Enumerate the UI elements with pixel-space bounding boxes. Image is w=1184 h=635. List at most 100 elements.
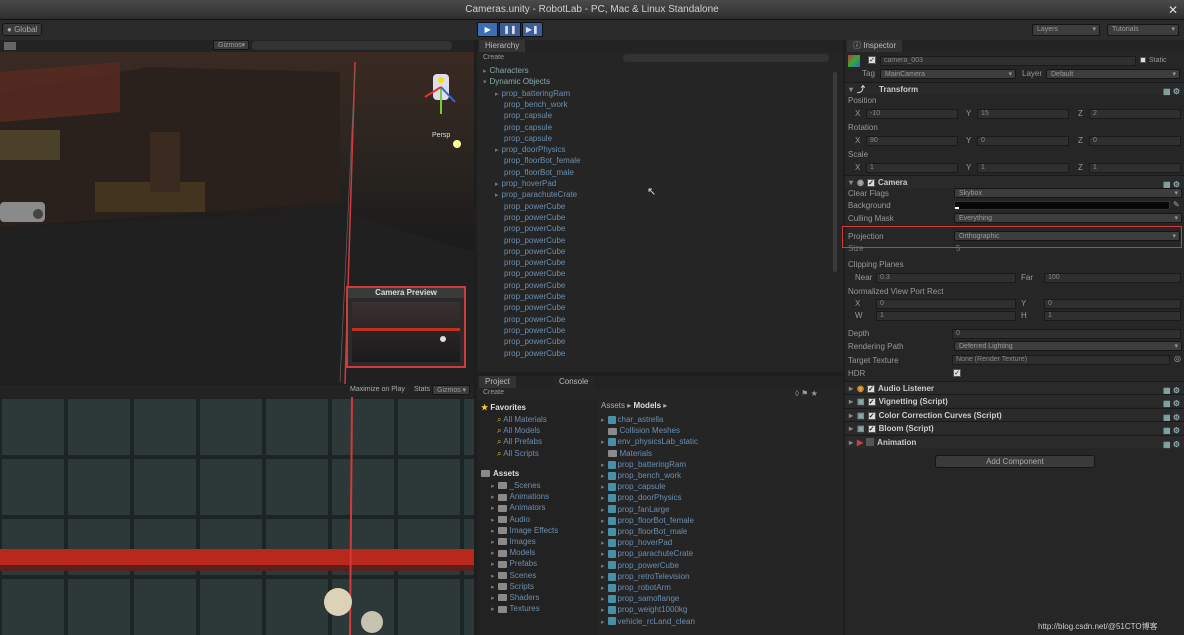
add-component-button[interactable]: Add Component [935,455,1095,468]
project-asset-item[interactable]: ▸ prop_capsule [601,481,666,492]
project-asset-item[interactable]: ▸ prop_robotArm [601,582,671,593]
hierarchy-item[interactable]: prop_floorBot_male [495,167,574,178]
project-asset-item[interactable]: ▸ prop_powerCube [601,560,679,571]
component-header[interactable]: ▸ ▣ ✓ Bloom (Script) ▦ ⚙ [845,421,1184,435]
object-picker-icon[interactable]: ◎ [1174,354,1181,363]
foldout-closed-icon[interactable]: ▸ [495,91,499,98]
project-asset-item[interactable]: ▸ prop_hoverPad [601,537,672,548]
position-x-field[interactable]: -10 [866,109,958,119]
foldout-closed-icon[interactable]: ▸ [601,473,605,480]
size-field[interactable]: 5 [956,244,960,254]
hierarchy-item[interactable]: prop_powerCube [495,223,565,234]
hierarchy-item[interactable]: prop_powerCube [495,302,565,313]
project-asset-item[interactable]: ▸ prop_floorBot_female [601,515,694,526]
viewport-x-field[interactable]: 0 [876,299,1016,309]
hierarchy-item[interactable]: prop_powerCube [495,280,565,291]
pause-button[interactable]: ❚❚ [499,22,521,37]
project-asset-item[interactable]: ▸ env_physicsLab_static [601,436,698,447]
foldout-closed-icon[interactable]: ▸ [491,573,495,580]
component-header[interactable]: ▸ ▣ ✓ Vignetting (Script) ▦ ⚙ [845,394,1184,408]
foldout-closed-icon[interactable]: ▸ [601,507,605,514]
step-button[interactable]: ▶❚ [521,22,543,37]
foldout-closed-icon[interactable]: ▸ [601,585,605,592]
camera-enabled-checkbox[interactable]: ✓ [867,178,875,187]
viewport-y-field[interactable]: 0 [1044,299,1181,309]
breadcrumb-current[interactable]: Models [634,401,662,410]
foldout-closed-icon[interactable]: ▸ [495,192,499,199]
hierarchy-item[interactable]: prop_floorBot_female [495,155,581,166]
component-header[interactable]: ▸ ◉ ✓ Audio Listener ▦ ⚙ [845,381,1184,395]
project-asset-item[interactable]: ▸ prop_samoflange [601,593,679,604]
rotation-z-field[interactable]: 0 [1089,136,1181,146]
scale-x-field[interactable]: 1 [866,163,958,173]
foldout-closed-icon[interactable]: ▸ [601,439,605,446]
object-name-field[interactable]: camera_003 [880,56,1136,66]
hierarchy-item[interactable]: ▸ prop_batteringRam [495,88,570,99]
tab-hierarchy[interactable]: Hierarchy [479,40,526,52]
hierarchy-item[interactable]: ▸ prop_doorPhysics [495,144,566,155]
hierarchy-item[interactable]: prop_powerCube [495,257,565,268]
maximize-on-play-toggle[interactable]: Maximize on Play [350,386,405,393]
foldout-closed-icon[interactable]: ▸ [491,494,495,501]
project-asset-item[interactable]: ▸ vehicle_rcLand_clean [601,616,695,627]
foldout-closed-icon[interactable]: ▸ [601,462,605,469]
hierarchy-item[interactable]: prop_capsule [495,110,552,121]
foldout-closed-icon[interactable]: ▸ [601,495,605,502]
foldout-closed-icon[interactable]: ▸ [491,539,495,546]
hierarchy-item[interactable]: ▸ Characters [483,65,529,76]
background-color-swatch[interactable] [954,201,1170,210]
component-enabled-checkbox[interactable]: ✓ [867,384,875,393]
asset-folder[interactable]: ▸ Scenes [491,570,536,581]
foldout-closed-icon[interactable]: ▸ [491,517,495,524]
hierarchy-item[interactable]: prop_powerCube [495,268,565,279]
culling-mask-dropdown[interactable]: Everything [954,213,1182,224]
hierarchy-item[interactable]: ▸ prop_hoverPad [495,178,556,189]
rendering-path-dropdown[interactable]: Deferred Lighting [954,341,1182,352]
foldout-closed-icon[interactable]: ▸ [491,561,495,568]
hierarchy-item[interactable]: ▸ prop_parachuteCrate [495,189,577,200]
foldout-closed-icon[interactable]: ▸ [491,606,495,613]
hierarchy-scrollbar[interactable] [833,72,837,272]
hierarchy-search-input[interactable] [623,54,829,62]
asset-folder[interactable]: ▸ Audio [491,514,530,525]
position-z-field[interactable]: 2 [1089,109,1181,119]
project-asset-item[interactable]: ▸ prop_bench_work [601,470,681,481]
project-asset-item[interactable]: ▸ prop_batteringRam [601,459,686,470]
hierarchy-item[interactable]: prop_powerCube [495,325,565,336]
rotation-x-field[interactable]: 90 [866,136,958,146]
foldout-closed-icon[interactable]: ▸ [601,607,605,614]
hierarchy-item[interactable]: prop_powerCube [495,336,565,347]
stats-toggle[interactable]: Stats [414,386,430,393]
asset-folder[interactable]: ▸ Shaders [491,592,539,603]
foldout-closed-icon[interactable]: ▸ [601,540,605,547]
layer-dropdown[interactable]: Default [1046,69,1180,80]
foldout-open-icon[interactable]: ▾ [483,79,487,86]
hierarchy-item[interactable]: prop_powerCube [495,291,565,302]
foldout-closed-icon[interactable]: ▸ [491,550,495,557]
foldout-closed-icon[interactable]: ▸ [601,574,605,581]
scene-search-input[interactable] [252,41,452,50]
project-filter-icons[interactable]: ◊ ⚑ ★ [795,389,818,398]
asset-folder[interactable]: ▸ Models [491,547,535,558]
eyedropper-icon[interactable]: ✎ [1173,200,1180,209]
foldout-closed-icon[interactable]: ▸ [601,529,605,536]
favorites-header[interactable]: ★ Favorites [481,402,526,413]
assets-header[interactable]: Assets [481,468,519,479]
scene-icon[interactable] [4,42,16,50]
component-header[interactable]: ▸ ▣ ✓ Color Correction Curves (Script) ▦ ⚙ [845,407,1184,422]
hierarchy-item[interactable]: prop_powerCube [495,235,565,246]
project-asset-item[interactable]: ▸Collision Meshes [601,425,680,436]
scale-y-field[interactable]: 1 [977,163,1069,173]
foldout-closed-icon[interactable]: ▸ [495,181,499,188]
component-enabled-checkbox[interactable]: ✓ [867,398,876,407]
foldout-closed-icon[interactable]: ▸ [601,484,605,491]
project-asset-item[interactable]: ▸ prop_fanLarge [601,504,670,515]
project-create-dropdown[interactable]: Create [483,389,504,396]
favorite-item[interactable]: ⌕ All Scripts [497,448,539,459]
hierarchy-item[interactable]: prop_powerCube [495,246,565,257]
static-toggle[interactable]: Static [1140,56,1167,66]
hierarchy-item[interactable]: prop_bench_work [495,99,568,110]
project-asset-item[interactable]: ▸Materials [601,448,652,459]
project-asset-item[interactable]: ▸ prop_retroTelevision [601,571,690,582]
foldout-closed-icon[interactable]: ▸ [495,147,499,154]
